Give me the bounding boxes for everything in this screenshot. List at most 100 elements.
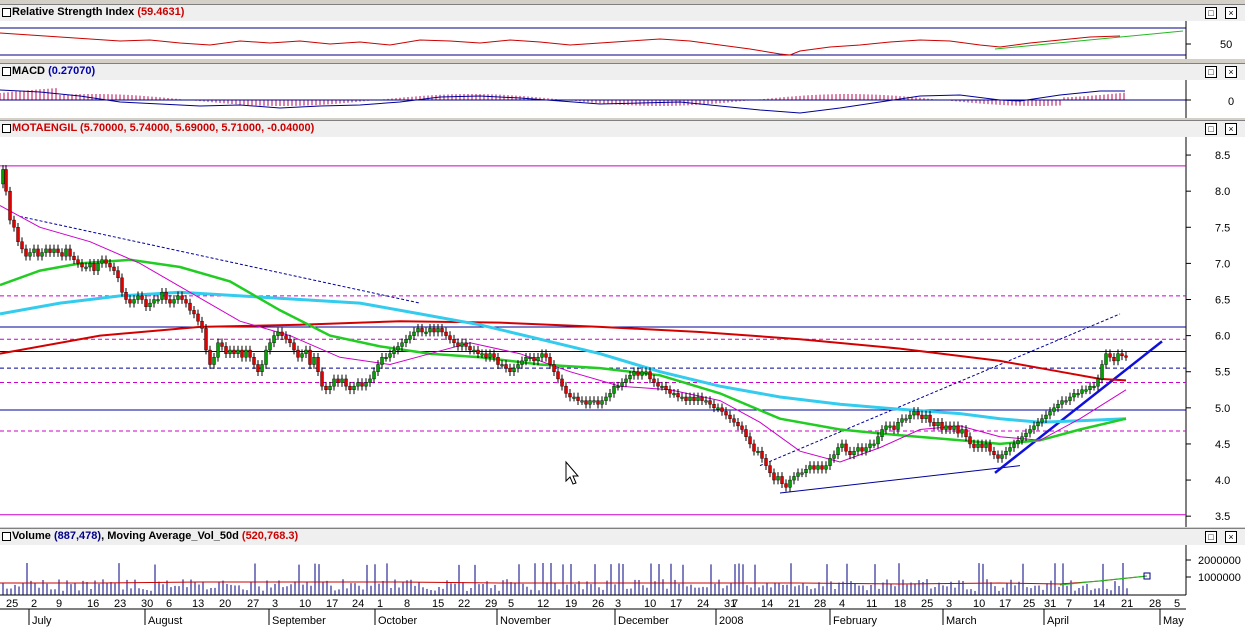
- candle-up: [680, 396, 684, 399]
- price-pane[interactable]: 8.5 8.0 7.5 7.0 6.5 6.0 5.5 5.0 4.5 4.0 3.5: [0, 137, 1245, 527]
- x-day-label: 17: [670, 598, 682, 610]
- volume-pane[interactable]: 2000000 1000000 25 2 9 16 23 30 6 13 20 27 3 10 17 24…: [0, 545, 1245, 637]
- close-icon[interactable]: ×: [1225, 66, 1237, 78]
- close-icon[interactable]: ×: [1225, 7, 1237, 19]
- candle-up: [84, 266, 88, 269]
- candle-up: [796, 472, 800, 477]
- candle-up: [368, 378, 372, 383]
- panel-select-icon[interactable]: [2, 532, 11, 541]
- candle-down: [844, 443, 848, 452]
- x-month-label: 2008: [719, 615, 743, 627]
- candle-down: [60, 252, 64, 257]
- macd-pane[interactable]: 0: [0, 80, 1245, 118]
- maximize-icon[interactable]: □: [1205, 66, 1217, 78]
- candle-up: [600, 400, 604, 405]
- x-day-label: 17: [999, 598, 1011, 610]
- trendline: [994, 340, 1163, 474]
- candle-up: [480, 353, 484, 356]
- maximize-icon[interactable]: □: [1205, 7, 1217, 19]
- rsi-pane[interactable]: 50: [0, 21, 1245, 59]
- maximize-icon[interactable]: □: [1205, 531, 1217, 543]
- candle-down: [736, 422, 740, 427]
- candle-down: [16, 227, 20, 242]
- candle-down: [288, 339, 292, 344]
- candle-down: [708, 400, 712, 405]
- candle-down: [532, 357, 536, 362]
- candle-up: [1064, 400, 1068, 403]
- candle-down: [552, 364, 556, 372]
- x-day-label: 10: [299, 598, 311, 610]
- candle-up: [896, 422, 900, 430]
- x-day-label: 22: [458, 598, 470, 610]
- volume-tick-2000000: 2000000: [1198, 555, 1241, 567]
- moving-averages: [0, 205, 1127, 463]
- x-day-label: 10: [973, 598, 985, 610]
- x-day-label: 13: [192, 598, 204, 610]
- close-icon[interactable]: ×: [1225, 531, 1237, 543]
- candle-up: [792, 476, 796, 481]
- candle-down: [596, 400, 600, 405]
- candle-down: [956, 425, 960, 434]
- candle-up: [672, 393, 676, 396]
- x-day-label: 5: [1174, 598, 1180, 610]
- trendline: [779, 465, 1021, 494]
- candle-down: [8, 190, 12, 221]
- candle-down: [748, 436, 752, 445]
- candle-down: [564, 385, 568, 394]
- candle-down: [468, 346, 472, 351]
- x-day-label: 28: [814, 598, 826, 610]
- macd-title: MACD (0.27070): [12, 65, 96, 77]
- candle-up: [644, 371, 648, 374]
- x-day-label: 27: [247, 598, 259, 610]
- x-month-label: August: [148, 615, 182, 627]
- date-x-axis: 25 2 9 16 23 30 6 13 20 27 3 10 17 24 1 8 15 22 29 5 12 19 26 3…: [0, 598, 1186, 627]
- maximize-icon[interactable]: □: [1205, 123, 1217, 135]
- x-day-label: 18: [894, 598, 906, 610]
- candle-up: [276, 331, 280, 336]
- candle-up: [1088, 385, 1092, 390]
- close-icon[interactable]: ×: [1225, 123, 1237, 135]
- candle-down: [232, 349, 236, 354]
- candle-down: [744, 429, 748, 437]
- candle-down: [812, 465, 816, 470]
- x-day-label: 8: [404, 598, 410, 610]
- price-title: MOTAENGIL (5.70000, 5.74000, 5.69000, 5.…: [12, 122, 315, 134]
- candle-up: [396, 346, 400, 351]
- x-day-label: 14: [761, 598, 773, 610]
- candle-up: [488, 353, 492, 358]
- candle-down: [940, 422, 944, 430]
- candle-down: [1124, 355, 1128, 358]
- candle-up: [572, 396, 576, 399]
- candle-up: [64, 248, 68, 257]
- candle-down: [484, 353, 488, 358]
- candle-up: [924, 414, 928, 419]
- candle-up: [540, 353, 544, 358]
- candle-up: [828, 458, 832, 466]
- candle-down: [36, 248, 40, 257]
- candle-up: [328, 385, 332, 390]
- candle-down: [732, 418, 736, 423]
- panel-select-icon[interactable]: [2, 8, 11, 17]
- mouse-cursor-icon: [565, 460, 580, 485]
- candle-up: [580, 400, 584, 403]
- panel-select-icon[interactable]: [2, 67, 11, 76]
- candle-up: [88, 263, 92, 268]
- x-day-label: 1: [377, 598, 383, 610]
- panel-select-icon[interactable]: [2, 124, 11, 133]
- candle-down: [184, 299, 188, 304]
- candle-down: [252, 357, 256, 365]
- candle-up: [716, 407, 720, 410]
- candle-down: [348, 385, 352, 390]
- candle-up: [372, 371, 376, 380]
- x-day-label: 3: [272, 598, 278, 610]
- x-day-label: 12: [537, 598, 549, 610]
- candle-down: [784, 483, 788, 488]
- candle-down: [360, 382, 364, 387]
- candle-down: [92, 263, 96, 271]
- candle-up: [1116, 353, 1120, 362]
- candle-down: [452, 339, 456, 344]
- candle-down: [636, 371, 640, 376]
- candle-down: [284, 335, 288, 340]
- candle-up: [620, 382, 624, 387]
- price-chart: 8.5 8.0 7.5 7.0 6.5 6.0 5.5 5.0 4.5 4.0 3.5: [0, 137, 1230, 527]
